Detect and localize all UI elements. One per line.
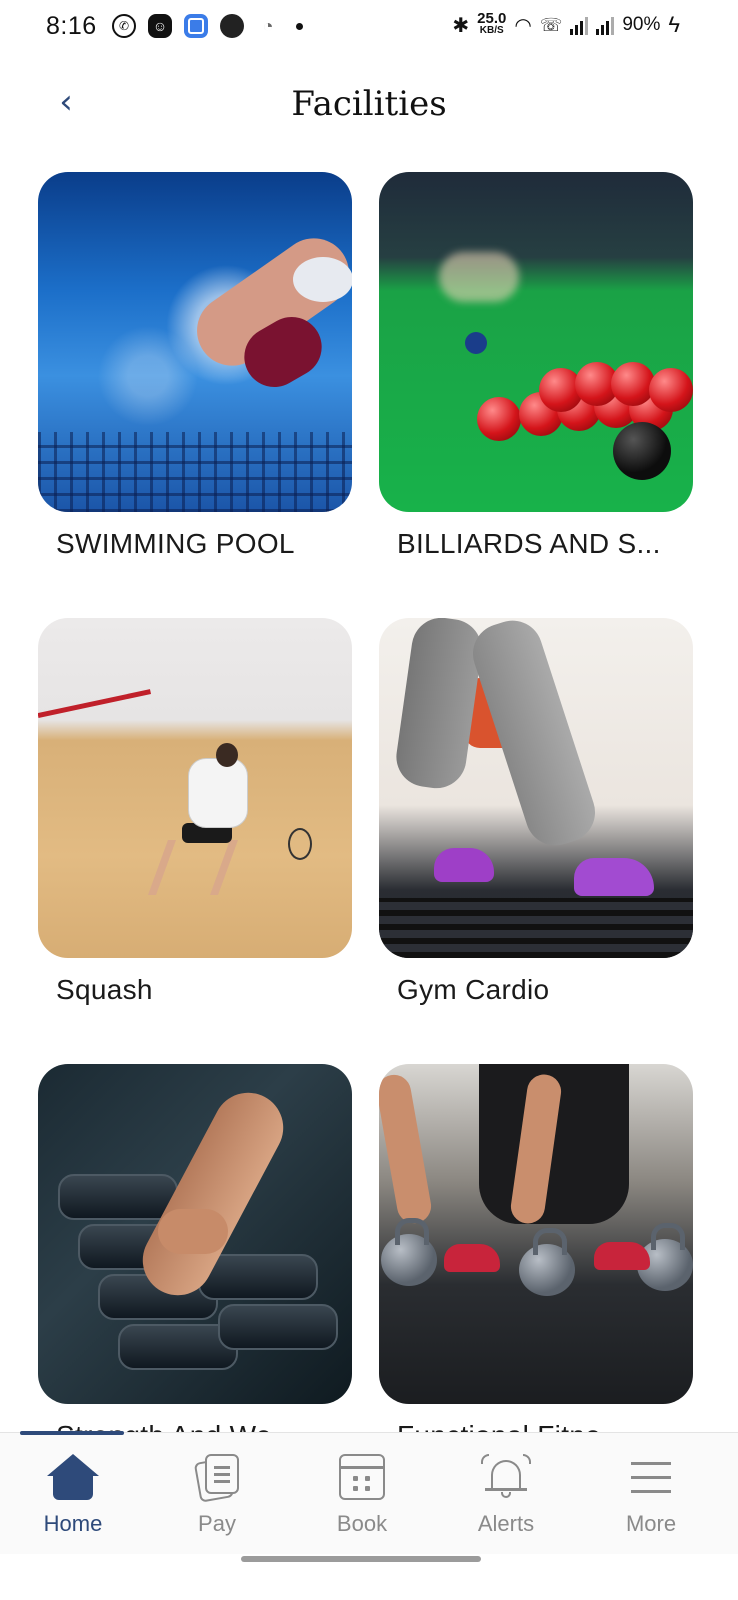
nav-book[interactable]: Book bbox=[307, 1449, 417, 1537]
nav-pay[interactable]: Pay bbox=[162, 1449, 272, 1537]
battery-charging-icon: ϟ bbox=[668, 12, 680, 37]
cat-icon: ◔ bbox=[262, 15, 274, 36]
page-header: ‹ Facilities bbox=[0, 70, 738, 140]
home-icon bbox=[47, 1454, 99, 1500]
facility-card-billiards[interactable]: BILLIARDS AND S... bbox=[379, 172, 693, 560]
notification-icon bbox=[220, 14, 244, 38]
nav-label: Pay bbox=[198, 1511, 236, 1536]
facility-label: SWIMMING POOL bbox=[56, 528, 295, 559]
net-speed-value: 25.0 bbox=[477, 10, 507, 27]
facility-card-gym-cardio[interactable]: Gym Cardio bbox=[379, 618, 693, 1006]
bell-icon bbox=[481, 1454, 531, 1500]
status-bar: 8:16 ✆ ☺ ◔ ✱ 25.0 KB/S ◠ ☏ 90% ϟ bbox=[0, 0, 738, 56]
facility-card-functional-fitness[interactable]: Functional Fitne bbox=[379, 1064, 693, 1452]
billiards-photo bbox=[379, 172, 693, 512]
facility-card-strength[interactable]: Strength And We bbox=[38, 1064, 352, 1452]
facility-card-swimming-pool[interactable]: SWIMMING POOL bbox=[38, 172, 352, 560]
pay-icon bbox=[193, 1454, 239, 1503]
nav-label: Alerts bbox=[477, 1511, 535, 1536]
nav-label: Home bbox=[43, 1511, 103, 1536]
menu-icon bbox=[631, 1460, 671, 1494]
signal-icon bbox=[596, 15, 615, 35]
snapchat-icon: ☺ bbox=[148, 14, 172, 38]
system-icons: ✱ 25.0 KB/S ◠ ☏ 90% ϟ bbox=[452, 10, 680, 38]
calendar-icon bbox=[339, 1454, 385, 1500]
signal-icon bbox=[570, 15, 589, 35]
battery-level: 90% bbox=[622, 14, 661, 35]
status-time: 8:16 bbox=[46, 12, 97, 40]
bottom-nav: Home Pay Book Alerts More bbox=[0, 1431, 738, 1554]
nav-home[interactable]: Home bbox=[18, 1449, 128, 1537]
dot-icon bbox=[296, 22, 303, 30]
nav-more[interactable]: More bbox=[596, 1449, 706, 1537]
gym-cardio-photo bbox=[379, 618, 693, 958]
squash-photo bbox=[38, 618, 352, 958]
strength-photo bbox=[38, 1064, 352, 1404]
app-icon bbox=[184, 14, 208, 38]
page-title: Facilities bbox=[291, 84, 447, 124]
nav-label: Book bbox=[336, 1511, 388, 1536]
facility-label: Gym Cardio bbox=[397, 974, 550, 1005]
facility-card-squash[interactable]: Squash bbox=[38, 618, 352, 1006]
net-speed-unit: KB/S bbox=[479, 25, 504, 36]
facility-label: Squash bbox=[56, 974, 153, 1005]
nav-label: More bbox=[625, 1511, 677, 1536]
net-speed: 25.0 KB/S bbox=[477, 10, 507, 37]
functional-fitness-photo bbox=[379, 1064, 693, 1404]
wifi-icon: ◠ bbox=[514, 14, 532, 37]
whatsapp-icon: ✆ bbox=[112, 14, 136, 38]
nav-alerts[interactable]: Alerts bbox=[451, 1449, 561, 1537]
gesture-bar[interactable] bbox=[241, 1556, 481, 1562]
bluetooth-icon: ✱ bbox=[452, 14, 470, 37]
swimming-pool-photo bbox=[38, 172, 352, 512]
facility-label: BILLIARDS AND S... bbox=[397, 528, 661, 559]
active-tab-indicator bbox=[20, 1431, 124, 1435]
volte-icon: ☏ bbox=[539, 14, 563, 35]
notification-icons: ✆ ☺ ◔ bbox=[112, 14, 303, 38]
